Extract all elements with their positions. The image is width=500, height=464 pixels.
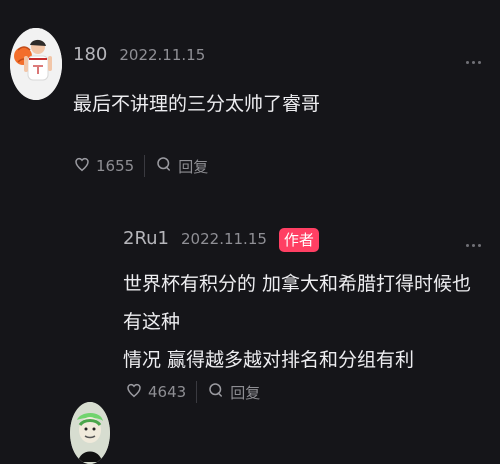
like-count: 1655: [96, 157, 135, 175]
action-divider: [196, 381, 198, 403]
reply-label: 回复: [230, 383, 261, 402]
dot-icon: [472, 244, 475, 247]
reply-button[interactable]: 回复: [207, 381, 260, 403]
comment-line-2: 情况 赢得越多越对排名和分组有利: [123, 349, 415, 371]
dot-icon: [466, 61, 469, 64]
heart-icon: [73, 155, 91, 177]
like-count: 4643: [148, 383, 187, 401]
reply-button[interactable]: 回复: [155, 155, 208, 177]
comment-line-1: 世界杯有积分的 加拿大和希腊打得时候也有这种: [123, 273, 472, 333]
comment-text: 最后不讲理的三分太帅了睿哥: [73, 85, 463, 123]
comment-date: 2022.11.15: [181, 230, 267, 248]
more-icon[interactable]: [466, 244, 481, 247]
reply-icon: [155, 155, 173, 177]
dot-icon: [472, 61, 475, 64]
comment-username[interactable]: 180: [73, 44, 107, 65]
action-divider: [144, 155, 146, 177]
reply-label: 回复: [178, 157, 209, 176]
comment-date: 2022.11.15: [119, 46, 206, 64]
author-badge: 作者: [278, 228, 319, 252]
avatar[interactable]: [10, 28, 62, 100]
comment-meta: 180 2022.11.15: [73, 44, 205, 65]
reply-comment: 2Ru1 2022.11.15 作者 世界杯有积分的 加拿大和希腊打得时候也有这…: [0, 195, 500, 464]
heart-icon: [125, 381, 143, 403]
comment-text: 世界杯有积分的 加拿大和希腊打得时候也有这种 情况 赢得越多越对排名和分组有利: [123, 265, 488, 379]
comment: 180 2022.11.15 最后不讲理的三分太帅了睿哥 1655 回复: [0, 0, 500, 195]
comment-actions: 1655 回复: [73, 155, 208, 177]
dot-icon: [478, 61, 481, 64]
comment-body: 最后不讲理的三分太帅了睿哥: [73, 93, 321, 115]
comment-username[interactable]: 2Ru1: [123, 228, 169, 249]
comment-actions: 4643 回复: [125, 381, 260, 403]
like-button[interactable]: 1655: [73, 155, 134, 177]
comment-meta: 2Ru1 2022.11.15 作者: [123, 228, 319, 252]
dot-icon: [478, 244, 481, 247]
dot-icon: [466, 244, 469, 247]
reply-icon: [207, 381, 225, 403]
avatar[interactable]: [70, 402, 110, 464]
like-button[interactable]: 4643: [125, 381, 186, 403]
more-icon[interactable]: [466, 61, 481, 64]
